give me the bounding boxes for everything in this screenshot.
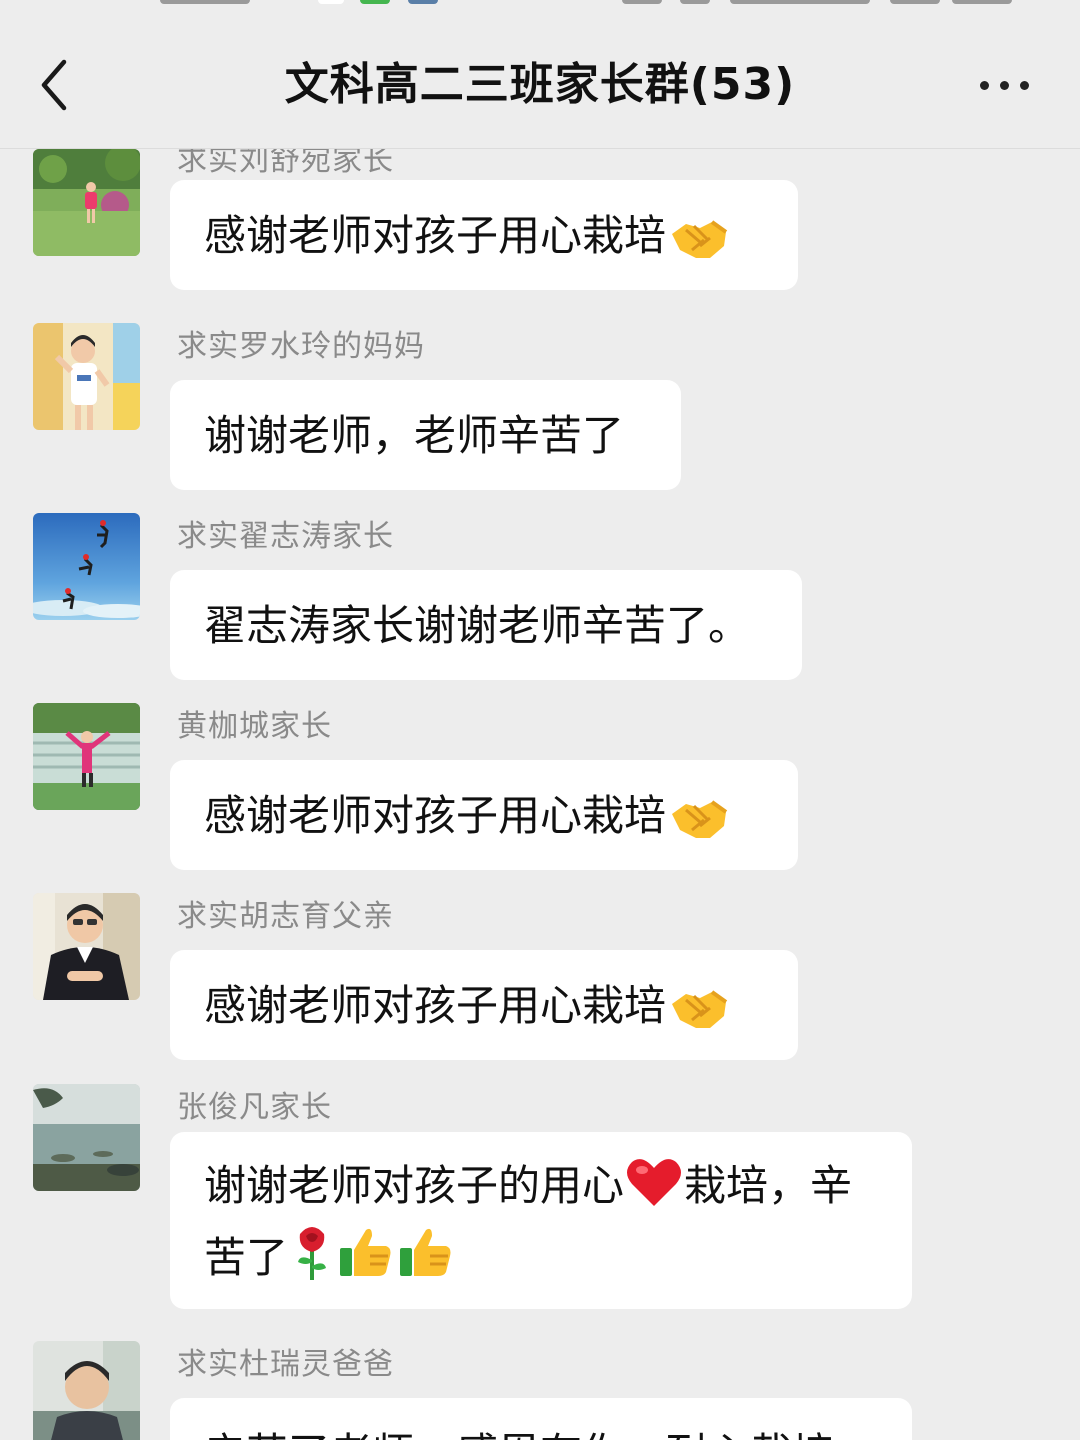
handshake-emoji <box>670 216 728 262</box>
status-bar-icon <box>890 0 940 4</box>
thumbs-up-emoji <box>338 1224 394 1280</box>
sender-name: 求实胡志育父亲 <box>177 899 394 934</box>
more-button[interactable] <box>966 60 1042 110</box>
back-button[interactable] <box>28 50 88 120</box>
message-text: 感谢老师对孩子用心栽培 <box>204 981 667 1030</box>
avatar[interactable] <box>33 703 140 810</box>
message-bubble[interactable]: 感谢老师对孩子用心栽培 <box>170 950 798 1060</box>
avatar[interactable] <box>33 513 140 620</box>
message-text: 翟志涛家长谢谢老师辛苦了。 <box>204 601 751 650</box>
message-bubble[interactable]: 谢谢老师，老师辛苦了 <box>170 380 681 490</box>
page-title: 文科高二三班家长群(53) <box>284 59 796 110</box>
message-text: 感谢老师对孩子用心栽培 <box>204 791 667 840</box>
rose-emoji <box>290 1224 334 1280</box>
avatar[interactable] <box>33 149 140 256</box>
message-bubble[interactable]: 感谢老师对孩子用心栽培 <box>170 760 798 870</box>
chevron-left-icon <box>28 50 88 120</box>
sender-name: 黄枷城家长 <box>177 709 332 744</box>
handshake-emoji <box>670 796 728 842</box>
status-bar-icon <box>360 0 390 4</box>
red-heart-emoji <box>626 1156 682 1208</box>
message-text: 感谢老师对孩子用心栽培 <box>204 211 667 260</box>
status-bar-icon <box>730 0 870 4</box>
message-bubble[interactable]: 翟志涛家长谢谢老师辛苦了。 <box>170 570 802 680</box>
message-list[interactable]: 求实刘舒宛家长 感谢老师对孩子用心栽培 求实罗水玲的妈妈 谢谢老师，老师辛苦了 … <box>0 0 1080 1440</box>
message-bubble[interactable]: 感谢老师对孩子用心栽培 <box>170 180 798 290</box>
avatar[interactable] <box>33 1341 140 1440</box>
message-text: 辛苦了老师，感恩有你，耐心栽培 <box>204 1429 834 1440</box>
message-text: 栽培，辛 <box>684 1161 853 1210</box>
message-bubble[interactable]: 辛苦了老师，感恩有你，耐心栽培 <box>170 1398 912 1440</box>
status-bar-icon <box>680 0 710 4</box>
status-bar <box>0 0 1080 8</box>
thumbs-up-emoji <box>398 1224 454 1280</box>
status-bar-icon <box>622 0 662 4</box>
chat-header: 文科高二三班家长群(53) <box>0 0 1080 149</box>
status-bar-icon <box>408 0 438 4</box>
avatar[interactable] <box>33 323 140 430</box>
message-text: 谢谢老师，老师辛苦了 <box>204 411 625 460</box>
battery-icon <box>952 0 1012 4</box>
status-bar-icon <box>160 0 250 4</box>
message-text: 苦了 <box>204 1233 289 1282</box>
status-bar-icon <box>318 0 344 4</box>
avatar[interactable] <box>33 893 140 1000</box>
handshake-emoji <box>670 986 728 1032</box>
message-bubble[interactable]: 谢谢老师对孩子的用心 栽培，辛 苦了 <box>170 1132 912 1309</box>
sender-name: 求实罗水玲的妈妈 <box>177 329 425 364</box>
sender-name: 求实杜瑞灵爸爸 <box>177 1347 394 1382</box>
sender-name: 张俊凡家长 <box>177 1090 332 1125</box>
avatar[interactable] <box>33 1084 140 1191</box>
sender-name: 求实翟志涛家长 <box>177 519 394 554</box>
message-text: 谢谢老师对孩子的用心 <box>204 1161 625 1210</box>
